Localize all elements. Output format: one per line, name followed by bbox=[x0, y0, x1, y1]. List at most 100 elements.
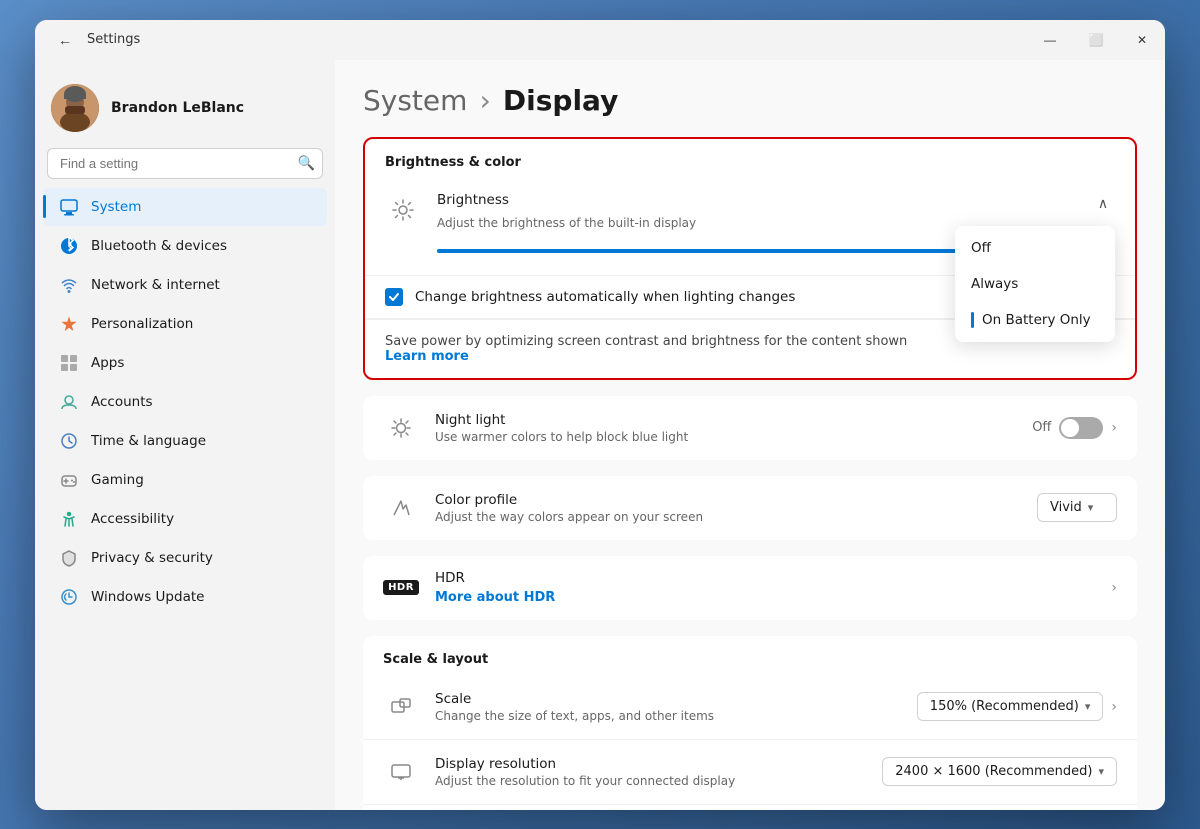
apps-icon bbox=[59, 353, 79, 373]
save-power-text: Save power by optimizing screen contrast… bbox=[385, 334, 907, 349]
resolution-desc: Adjust the resolution to fit your connec… bbox=[435, 774, 866, 788]
brightness-expand-icon[interactable]: ∧ bbox=[1091, 192, 1115, 216]
night-light-toggle-label: Off bbox=[1032, 420, 1051, 435]
sidebar-item-bluetooth[interactable]: Bluetooth & devices bbox=[43, 227, 327, 265]
sidebar-item-label-apps: Apps bbox=[91, 355, 124, 371]
user-name: Brandon LeBlanc bbox=[111, 100, 244, 116]
auto-brightness-label: Change brightness automatically when lig… bbox=[415, 289, 795, 305]
accounts-icon bbox=[59, 392, 79, 412]
hdr-section: HDR HDR More about HDR › bbox=[363, 556, 1137, 620]
resolution-select[interactable]: 2400 × 1600 (Recommended) ▾ bbox=[882, 757, 1117, 786]
page-header: System › Display bbox=[363, 84, 1137, 117]
breadcrumb-current: Display bbox=[503, 84, 618, 117]
scale-layout-section: Scale & layout Scale Change the size of … bbox=[363, 636, 1137, 810]
night-light-chevron[interactable]: › bbox=[1111, 420, 1117, 436]
dropdown-item-always[interactable]: Always bbox=[955, 266, 1115, 302]
accessibility-icon bbox=[59, 509, 79, 529]
brightness-row: Brightness Adjust the brightness of the … bbox=[365, 178, 1135, 276]
color-profile-row: Color profile Adjust the way colors appe… bbox=[363, 476, 1137, 540]
hdr-chevron[interactable]: › bbox=[1111, 580, 1117, 596]
resolution-icon bbox=[383, 754, 419, 790]
orientation-row: Display orientation Landscape ▾ bbox=[363, 805, 1137, 810]
breadcrumb-separator: › bbox=[480, 84, 491, 117]
sidebar: Brandon LeBlanc 🔍 System bbox=[35, 60, 335, 810]
color-profile-label: Color profile bbox=[435, 492, 1021, 508]
brightness-label: Brightness bbox=[437, 192, 1067, 208]
sidebar-item-system[interactable]: System bbox=[43, 188, 327, 226]
sidebar-item-network[interactable]: Network & internet bbox=[43, 266, 327, 304]
scale-row: Scale Change the size of text, apps, and… bbox=[363, 675, 1137, 740]
window-controls: — ⬜ ✕ bbox=[1027, 20, 1165, 60]
scale-info: Scale Change the size of text, apps, and… bbox=[435, 691, 901, 723]
resolution-chevron-down: ▾ bbox=[1098, 765, 1104, 778]
privacy-icon bbox=[59, 548, 79, 568]
resolution-value: 2400 × 1600 (Recommended) bbox=[895, 764, 1092, 779]
minimize-button[interactable]: — bbox=[1027, 20, 1073, 60]
sidebar-item-label-system: System bbox=[91, 199, 141, 215]
scale-value: 150% (Recommended) bbox=[930, 699, 1079, 714]
scale-section-title: Scale & layout bbox=[363, 636, 1137, 675]
network-icon bbox=[59, 275, 79, 295]
color-profile-value: Vivid bbox=[1050, 500, 1082, 515]
night-light-toggle[interactable] bbox=[1059, 417, 1103, 439]
close-button[interactable]: ✕ bbox=[1119, 20, 1165, 60]
sidebar-item-label-network: Network & internet bbox=[91, 277, 220, 293]
sidebar-item-gaming[interactable]: Gaming bbox=[43, 461, 327, 499]
night-light-info: Night light Use warmer colors to help bl… bbox=[435, 412, 1016, 444]
back-button[interactable]: ← bbox=[51, 26, 79, 54]
brightness-section-title: Brightness & color bbox=[365, 139, 1135, 178]
night-light-label: Night light bbox=[435, 412, 1016, 428]
sidebar-item-label-accessibility: Accessibility bbox=[91, 511, 174, 527]
nav-list: System Bluetooth & devices bbox=[35, 187, 335, 617]
search-icon[interactable]: 🔍 bbox=[298, 155, 315, 172]
resolution-info: Display resolution Adjust the resolution… bbox=[435, 756, 866, 788]
brightness-color-section: Brightness & color bbox=[363, 137, 1137, 380]
bluetooth-icon bbox=[59, 236, 79, 256]
sidebar-item-personalization[interactable]: Personalization bbox=[43, 305, 327, 343]
titlebar: ← Settings — ⬜ ✕ bbox=[35, 20, 1165, 60]
sidebar-item-privacy[interactable]: Privacy & security bbox=[43, 539, 327, 577]
learn-more-link[interactable]: Learn more bbox=[385, 349, 469, 364]
sidebar-item-accessibility[interactable]: Accessibility bbox=[43, 500, 327, 538]
night-light-section: Night light Use warmer colors to help bl… bbox=[363, 396, 1137, 460]
sidebar-item-accounts[interactable]: Accounts bbox=[43, 383, 327, 421]
dropdown-item-off[interactable]: Off bbox=[955, 230, 1115, 266]
personalization-icon bbox=[59, 314, 79, 334]
color-profile-info: Color profile Adjust the way colors appe… bbox=[435, 492, 1021, 524]
brightness-slider[interactable] bbox=[437, 249, 1043, 253]
hdr-icon: HDR bbox=[383, 570, 419, 606]
hdr-badge: HDR bbox=[383, 580, 419, 595]
toggle-thumb bbox=[1061, 419, 1079, 437]
main-content: System › Display Brightness & color bbox=[335, 60, 1165, 810]
hdr-control: › bbox=[1111, 580, 1117, 596]
maximize-button[interactable]: ⬜ bbox=[1073, 20, 1119, 60]
sidebar-item-update[interactable]: Windows Update bbox=[43, 578, 327, 616]
resolution-row: Display resolution Adjust the resolution… bbox=[363, 740, 1137, 805]
night-light-icon bbox=[383, 410, 419, 446]
sidebar-item-label-update: Windows Update bbox=[91, 589, 204, 605]
scale-label: Scale bbox=[435, 691, 901, 707]
hdr-more-link[interactable]: More about HDR bbox=[435, 590, 555, 605]
scale-chevron-right[interactable]: › bbox=[1111, 699, 1117, 715]
avatar bbox=[51, 84, 99, 132]
dropdown-item-battery[interactable]: On Battery Only bbox=[955, 302, 1115, 338]
scale-control: 150% (Recommended) ▾ › bbox=[917, 692, 1117, 721]
auto-brightness-checkbox[interactable] bbox=[385, 288, 403, 306]
color-profile-control: Vivid ▾ bbox=[1037, 493, 1117, 522]
sidebar-item-label-accounts: Accounts bbox=[91, 394, 153, 410]
color-profile-select[interactable]: Vivid ▾ bbox=[1037, 493, 1117, 522]
system-icon bbox=[59, 197, 79, 217]
hdr-label: HDR bbox=[435, 570, 1095, 586]
sidebar-item-apps[interactable]: Apps bbox=[43, 344, 327, 382]
settings-window: ← Settings — ⬜ ✕ bbox=[35, 20, 1165, 810]
resolution-label: Display resolution bbox=[435, 756, 866, 772]
search-input[interactable] bbox=[47, 148, 323, 179]
sidebar-item-label-time: Time & language bbox=[91, 433, 206, 449]
scale-icon bbox=[383, 689, 419, 725]
color-profile-section: Color profile Adjust the way colors appe… bbox=[363, 476, 1137, 540]
color-profile-desc: Adjust the way colors appear on your scr… bbox=[435, 510, 1021, 524]
brightness-dropdown-menu: Off Always On Battery Only bbox=[955, 226, 1115, 342]
sidebar-item-time[interactable]: Time & language bbox=[43, 422, 327, 460]
scale-select[interactable]: 150% (Recommended) ▾ bbox=[917, 692, 1104, 721]
search-box: 🔍 bbox=[47, 148, 323, 179]
